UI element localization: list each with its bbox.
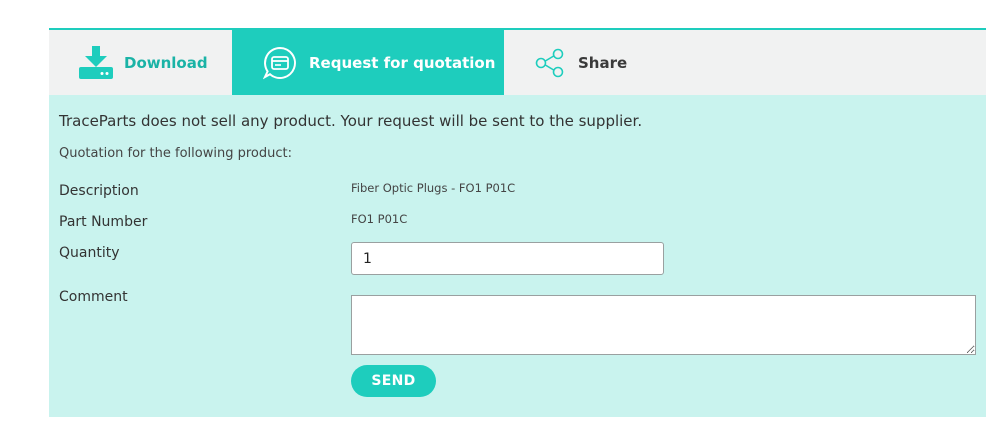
- description-value: Fiber Optic Plugs - FO1 P01C: [351, 181, 516, 195]
- quotation-chat-icon: [263, 46, 297, 80]
- part-number-label: Part Number: [59, 214, 148, 230]
- tab-share[interactable]: Share: [504, 30, 664, 95]
- part-number-value: FO1 P01C: [351, 212, 408, 226]
- tab-share-label: Share: [578, 53, 628, 72]
- comment-label: Comment: [59, 289, 128, 305]
- quantity-label: Quantity: [59, 245, 120, 261]
- tab-download[interactable]: Download: [49, 30, 232, 95]
- download-icon: [78, 45, 114, 80]
- share-icon: [535, 48, 565, 78]
- quotation-form-panel: TraceParts does not sell any product. Yo…: [49, 95, 986, 417]
- send-button[interactable]: SEND: [351, 365, 436, 397]
- tab-bar: Download Request for quotation Share: [49, 30, 986, 95]
- comment-textarea[interactable]: [351, 295, 976, 355]
- description-label: Description: [59, 183, 139, 199]
- quotation-widget: Download Request for quotation Share Tra…: [49, 28, 986, 417]
- tab-request-for-quotation[interactable]: Request for quotation: [232, 30, 504, 95]
- form-intro: Quotation for the following product:: [59, 146, 292, 161]
- quantity-input[interactable]: [351, 242, 664, 275]
- supplier-notice: TraceParts does not sell any product. Yo…: [59, 112, 643, 130]
- tab-request-for-quotation-label: Request for quotation: [309, 53, 496, 72]
- tab-download-label: Download: [124, 53, 208, 72]
